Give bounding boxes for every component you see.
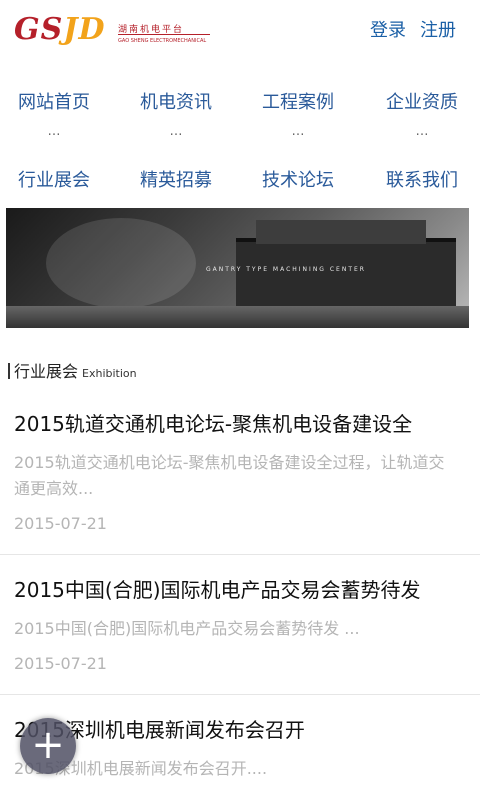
app-header: GSJD 湖南机电平台 GAO SHENG ELECTROMECHANICAL … [0, 0, 480, 62]
nav-row-2: 行业展会 精英招募 技术论坛 联系我们 [0, 118, 480, 191]
article-summary: 2015中国(合肥)国际机电产品交易会蓄势待发 ... [14, 619, 360, 638]
nav-item-contact[interactable]: 联系我们 [362, 166, 480, 192]
hero-banner[interactable]: GANTRY TYPE MACHINING CENTER [6, 208, 469, 328]
logo-divider [118, 34, 210, 35]
banner-floor [6, 306, 469, 328]
section-marker [8, 363, 10, 379]
site-logo[interactable]: GSJD 湖南机电平台 GAO SHENG ELECTROMECHANICAL [14, 12, 210, 54]
list-item[interactable]: 2015轨道交通机电论坛-聚焦机电设备建设全 2015轨道交通机电论坛-聚焦机电… [0, 408, 480, 555]
nav-item-recruitment[interactable]: 精英招募 [116, 166, 236, 192]
section-title-text: 行业展会 [14, 362, 79, 381]
section-title: 行业展会 Exhibition [8, 358, 137, 382]
main-nav: 网站首页 … 机电资讯 … 工程案例 … 企业资质 … 行业展会 精英招募 技术… [0, 84, 480, 191]
auth-links: 登录 注册 [356, 16, 456, 42]
machine-image [236, 220, 456, 312]
logo-mark: GSJD [14, 12, 106, 47]
register-link[interactable]: 注册 [420, 20, 456, 41]
nav-item-exhibition[interactable]: 行业展会 [0, 166, 114, 192]
list-item[interactable]: 2015中国(合肥)国际机电产品交易会蓄势待发 2015中国(合肥)国际机电产品… [0, 574, 480, 695]
login-link[interactable]: 登录 [370, 20, 406, 41]
section-subtitle: Exhibition [82, 367, 137, 380]
logo-english-name: GAO SHENG ELECTROMECHANICAL [118, 38, 207, 44]
plus-icon[interactable]: + [20, 718, 76, 774]
article-summary: 2015轨道交通机电论坛-聚焦机电设备建设全过程，让轨道交通更高效... [14, 453, 445, 498]
article-date: 2015-07-21 [14, 654, 107, 673]
article-summary: 2015深圳机电展新闻发布会召开.... [14, 759, 268, 778]
article-date: 2015-07-21 [14, 514, 107, 533]
banner-caption: GANTRY TYPE MACHINING CENTER [206, 266, 366, 273]
banner-highlight [46, 218, 196, 308]
article-title: 2015中国(合肥)国际机电产品交易会蓄势待发 [14, 578, 421, 602]
article-title: 2015轨道交通机电论坛-聚焦机电设备建设全 [14, 412, 413, 436]
nav-item-forum[interactable]: 技术论坛 [238, 166, 358, 192]
nav-row-1: 网站首页 … 机电资讯 … 工程案例 … 企业资质 … [0, 84, 480, 138]
